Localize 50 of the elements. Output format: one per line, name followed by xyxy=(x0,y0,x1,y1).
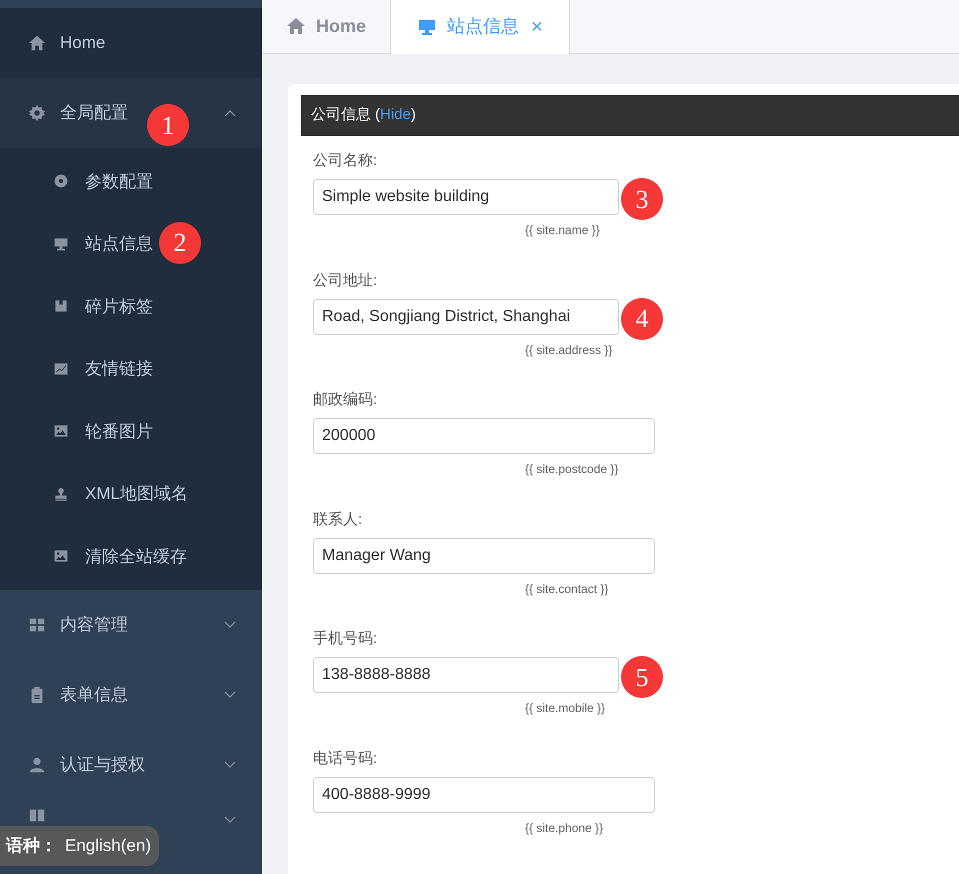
chart-icon xyxy=(53,360,69,377)
language-label: 语种： xyxy=(6,835,57,858)
field-hint: {{ site.phone }} xyxy=(525,820,604,836)
field-hint: {{ site.contact }} xyxy=(525,580,610,598)
field-label: 电话号码: xyxy=(313,748,378,768)
chevron-down-icon xyxy=(224,816,236,824)
field-label: 手机号码: xyxy=(313,629,378,649)
field-hint: {{ site.address }} xyxy=(525,342,614,358)
field-hint: {{ site.mobile }} xyxy=(525,700,606,717)
chevron-down-icon xyxy=(224,620,236,628)
field-label: 公司名称: xyxy=(313,151,378,171)
chevron-down-icon xyxy=(224,760,236,768)
submenu-item[interactable]: 参数配置 xyxy=(0,150,262,212)
language-value: English(en) xyxy=(65,835,151,858)
home-icon xyxy=(286,16,306,36)
home-icon xyxy=(28,34,46,52)
field-hint: {{ site.postcode }} xyxy=(525,461,620,478)
image-icon xyxy=(53,548,69,564)
input-field[interactable]: Road, Songjiang District, Shanghai xyxy=(313,298,619,334)
language-badge[interactable]: 语种： English(en) xyxy=(0,826,159,866)
panel-title: 公司信息 (Hide) xyxy=(311,105,416,126)
input-field[interactable]: 138-8888-8888 xyxy=(313,657,619,693)
user-icon xyxy=(28,756,46,774)
submenu-item[interactable]: 碎片标签 xyxy=(0,275,262,338)
bookmark-icon xyxy=(53,298,69,314)
submenu-item[interactable]: 友情链接 xyxy=(0,338,262,400)
field-label: 公司地址: xyxy=(313,270,378,290)
number-marker: 3 xyxy=(621,178,663,220)
number-marker: 2 xyxy=(159,222,201,264)
input-field[interactable]: 200000 xyxy=(313,418,655,454)
image-icon xyxy=(53,423,69,440)
monitor-icon xyxy=(53,236,69,252)
input-field[interactable]: Simple website building xyxy=(313,179,619,215)
chevron-up-icon xyxy=(224,109,236,117)
field-label: 邮政编码: xyxy=(313,390,378,410)
gear-icon xyxy=(28,104,46,122)
submenu-item[interactable]: 轮番图片 xyxy=(0,400,262,462)
field-label: 联系人: xyxy=(313,510,364,530)
input-field[interactable]: 400-8888-9999 xyxy=(313,776,655,812)
number-marker: 4 xyxy=(621,298,663,340)
grid-icon xyxy=(28,616,46,634)
menu-item[interactable]: Home xyxy=(0,8,262,78)
number-marker: 5 xyxy=(621,656,663,698)
submenu-item[interactable]: XML地图域名 xyxy=(0,462,262,525)
input-field[interactable]: Manager Wang xyxy=(313,538,655,574)
submenu-item[interactable]: 站点信息 2 xyxy=(0,212,262,275)
submenu-item[interactable]: 清除全站缓存 xyxy=(0,525,262,588)
chevron-down-icon xyxy=(224,690,236,698)
stamp-icon xyxy=(53,486,69,502)
field-hint: {{ site.name }} xyxy=(525,222,601,239)
